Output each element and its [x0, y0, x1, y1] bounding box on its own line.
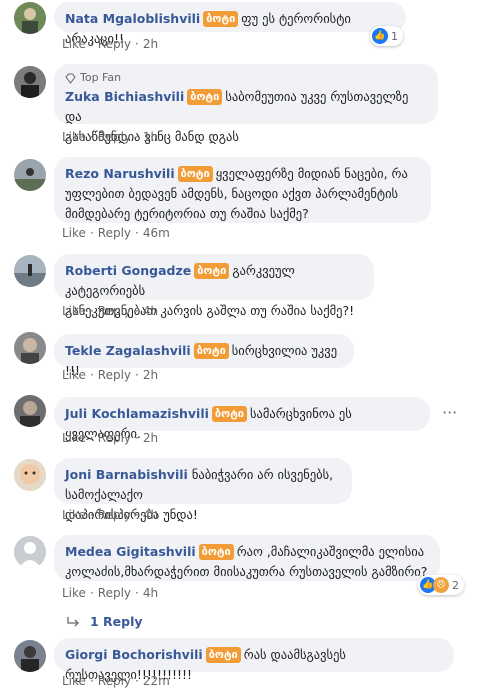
comment-text: მიმდებარე ტერიტორია თუ რაშია საქმე? [65, 206, 309, 221]
bot-tag: ბოტი [205, 647, 241, 663]
avatar[interactable] [14, 536, 46, 568]
like-reaction-icon: 👍 [372, 28, 388, 44]
reply-link[interactable]: Reply [98, 226, 131, 240]
bot-tag: ბოტი [193, 343, 229, 359]
avatar[interactable] [14, 395, 46, 427]
timestamp[interactable]: 2h [143, 431, 158, 445]
comment-text: უფლებით ბედავენ ამდენს, ნაცოდი აქვთ პარლ… [65, 186, 399, 201]
like-link[interactable]: Like [62, 304, 86, 318]
reply-link[interactable]: Reply [98, 674, 131, 688]
like-link[interactable]: Like [62, 368, 86, 382]
like-link[interactable]: Like [62, 130, 86, 144]
timestamp[interactable]: 4h [143, 304, 158, 318]
bot-tag: ბოტი [177, 166, 213, 182]
reply-link[interactable]: Reply [98, 130, 131, 144]
reply-link[interactable]: Reply [98, 508, 131, 522]
commenter-name[interactable]: Medea Gigitashvili [65, 544, 196, 559]
comment-bubble: Roberti Gongadze ბოტი გარკვეულ კატეგორიებს… [54, 254, 374, 318]
comment-bubble: Juli Kochlamazishvili ბოტი სამარცხვინოა ეს… [54, 397, 430, 441]
comment-actions: Like · Reply · 1h [62, 130, 159, 144]
commenter-name[interactable]: Giorgi Bochorishvili [65, 647, 203, 662]
timestamp[interactable]: 22m [143, 674, 170, 688]
reply-link[interactable]: Reply [98, 304, 131, 318]
like-link[interactable]: Like [62, 674, 86, 688]
comment-text: კოლაძის,მხარდაჭერით მიისაკუთრა რუსთაველი… [65, 564, 428, 579]
reply-link[interactable]: Reply [98, 37, 131, 51]
timestamp[interactable]: 2h [143, 368, 158, 382]
comment-bubble: Top Fan Zuka Bichiashvili ბოტი საბომეუთია … [54, 64, 438, 144]
reaction-count[interactable]: 👍 😠 2 [418, 575, 464, 595]
comment-actions: Like · Reply · 4h [62, 508, 159, 522]
timestamp[interactable]: 4h [143, 586, 158, 600]
bot-tag: ბოტი [211, 406, 247, 422]
avatar[interactable] [14, 2, 46, 34]
avatar[interactable] [14, 459, 46, 491]
timestamp[interactable]: 2h [143, 37, 158, 51]
reply-link[interactable]: Reply [98, 586, 131, 600]
like-link[interactable]: Like [62, 37, 86, 51]
timestamp[interactable]: 4h [143, 508, 158, 522]
comment-actions: Like · Reply · 2h [62, 431, 159, 445]
like-link[interactable]: Like [62, 226, 86, 240]
avatar[interactable] [14, 332, 46, 364]
angry-reaction-icon: 😠 [433, 577, 449, 593]
comment-actions: Like · Reply · 2h [62, 368, 159, 382]
comment-actions: Like · Reply · 4h [62, 304, 159, 318]
more-options-icon[interactable]: ··· [442, 405, 457, 421]
like-link[interactable]: Like [62, 431, 86, 445]
comment-bubble: Medea Gigitashvili ბოტი რაო ,მაჩალიკაშვილმ… [54, 535, 440, 581]
commenter-name[interactable]: Nata Mgaloblishvili [65, 11, 200, 26]
timestamp[interactable]: 46m [143, 226, 170, 240]
reply-arrow-icon [67, 616, 79, 626]
timestamp[interactable]: 1h [143, 130, 158, 144]
commenter-name[interactable]: Juli Kochlamazishvili [65, 406, 209, 421]
like-link[interactable]: Like [62, 586, 86, 600]
avatar[interactable] [14, 159, 46, 191]
comment-text: ყველაფერზე მიდიან ნაცები, რა [215, 166, 408, 181]
bot-tag: ბოტი [203, 11, 239, 27]
commenter-name[interactable]: Rezo Narushvili [65, 166, 175, 181]
comment-actions: Like · Reply · 4h [62, 586, 159, 600]
diamond-icon [65, 73, 76, 84]
bot-tag: ბოტი [187, 89, 223, 105]
reply-link[interactable]: Reply [98, 431, 131, 445]
comment-actions: Like · Reply · 2h [62, 37, 159, 51]
comment-bubble: Tekle Zagalashvili ბოტი სირცხვილია უკვე !!… [54, 334, 354, 378]
reply-link[interactable]: Reply [98, 368, 131, 382]
top-fan-badge: Top Fan [65, 71, 427, 85]
comment-bubble: Rezo Narushvili ბოტი ყველაფერზე მიდიან ნაც… [54, 157, 431, 223]
comment-actions: Like · Reply · 46m [62, 226, 170, 240]
commenter-name[interactable]: Tekle Zagalashvili [65, 343, 191, 358]
comment-text: რაო ,მაჩალიკაშვილმა ელისია [236, 544, 425, 559]
comment-bubble: Joni Barnabishvili ნაბიჭვარი არ ისვენებს,… [54, 458, 352, 522]
reaction-count[interactable]: 👍 1 [370, 26, 403, 46]
comment-bubble: Nata Mgaloblishvili ბოტი ფუ ეს ტერორისტი ა… [54, 2, 406, 46]
avatar[interactable] [14, 255, 46, 287]
bot-tag: ბოტი [198, 544, 234, 560]
avatar[interactable] [14, 66, 46, 98]
like-link[interactable]: Like [62, 508, 86, 522]
bot-tag: ბოტი [194, 263, 230, 279]
commenter-name[interactable]: Joni Barnabishvili [65, 467, 188, 482]
avatar[interactable] [14, 640, 46, 672]
commenter-name[interactable]: Zuka Bichiashvili [65, 89, 184, 104]
comment-bubble: Giorgi Bochorishvili ბოტი რას დაამსგავსეს … [54, 638, 454, 682]
commenter-name[interactable]: Roberti Gongadze [65, 263, 191, 278]
view-replies-link[interactable]: 1 Reply [66, 614, 143, 629]
comment-actions: Like · Reply · 22m [62, 674, 170, 688]
